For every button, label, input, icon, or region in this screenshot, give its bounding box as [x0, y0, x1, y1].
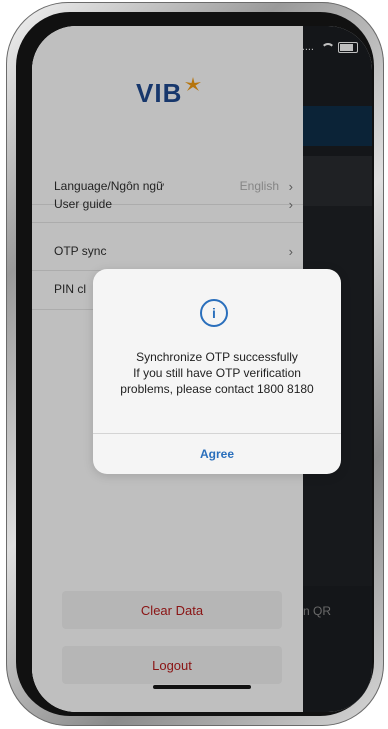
otp-sync-dialog: i Synchronize OTP successfully If you st…	[93, 269, 341, 474]
home-indicator[interactable]	[153, 685, 251, 689]
info-icon: i	[200, 299, 228, 327]
dialog-line-3: problems, please contact 1800 8180	[120, 382, 314, 396]
phone-screen: n QR VIB Language/Ngôn ngữ English › Use…	[32, 26, 372, 712]
dialog-line-1: Synchronize OTP successfully	[136, 350, 298, 364]
dialog-line-2: If you still have OTP verification	[133, 366, 301, 380]
phone-frame: n QR VIB Language/Ngôn ngữ English › Use…	[6, 2, 384, 726]
agree-button[interactable]: Agree	[93, 434, 341, 474]
dialog-message: Synchronize OTP successfully If you stil…	[93, 349, 341, 397]
